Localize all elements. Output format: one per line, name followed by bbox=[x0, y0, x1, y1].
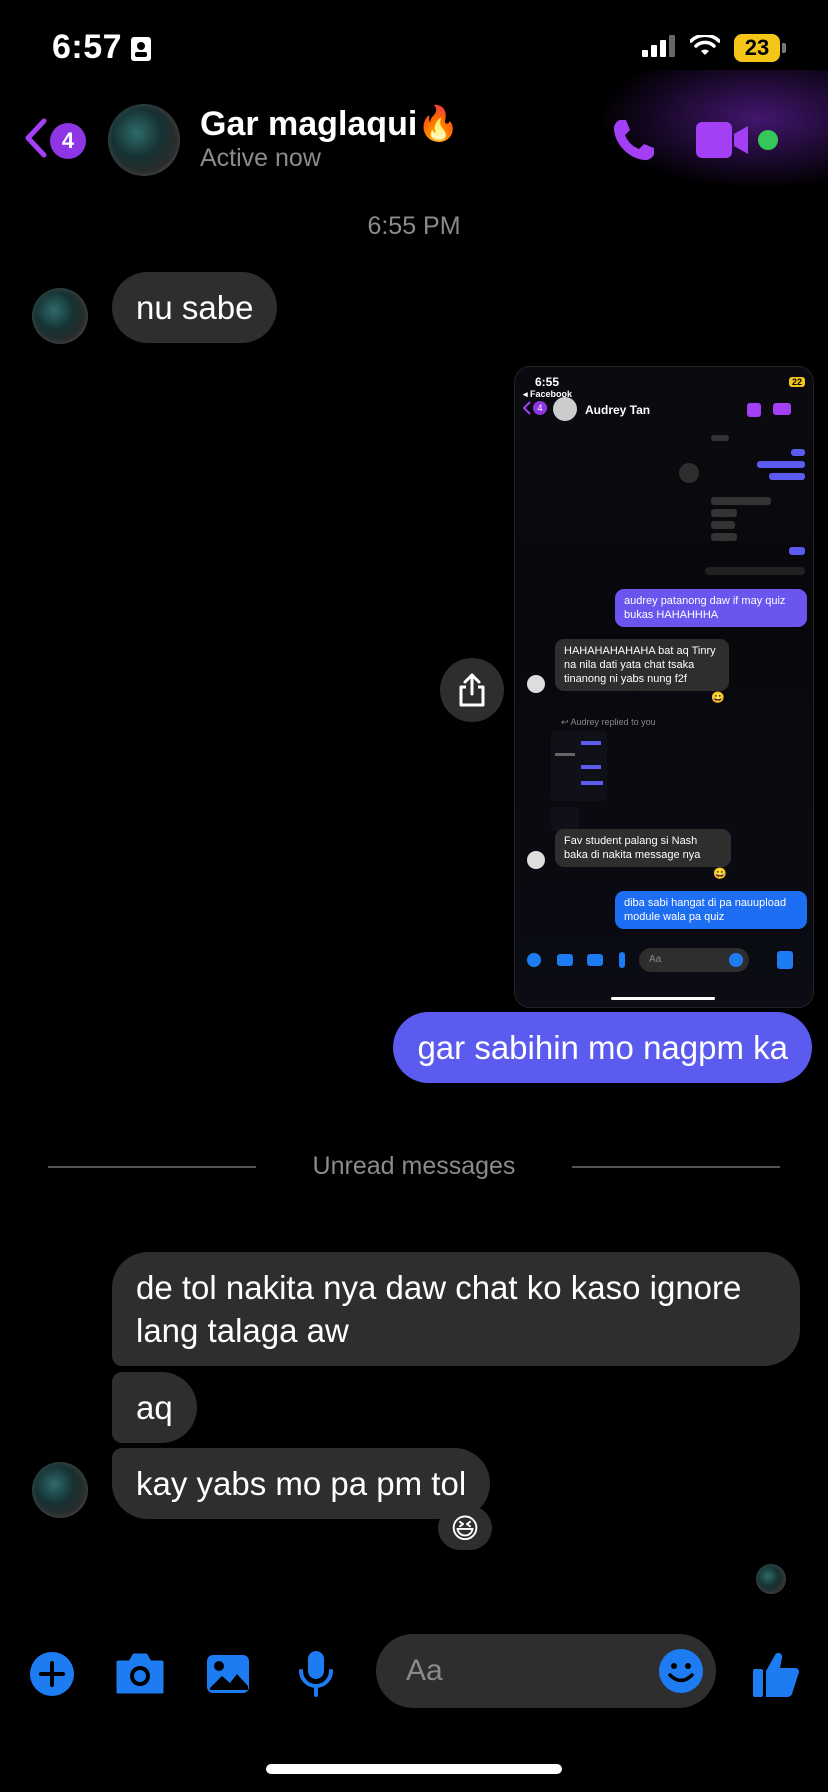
gallery-button[interactable] bbox=[200, 1646, 256, 1702]
video-call-button[interactable] bbox=[694, 120, 752, 165]
phone-call-button[interactable] bbox=[610, 116, 658, 169]
mini-message-out: audrey patanong daw if may quiz bukas HA… bbox=[615, 589, 807, 627]
sender-avatar[interactable] bbox=[32, 288, 88, 344]
mini-tiny-bubble bbox=[791, 449, 805, 456]
camera-button[interactable] bbox=[112, 1646, 168, 1702]
status-icons: 23 bbox=[642, 33, 786, 62]
divider bbox=[572, 1166, 780, 1168]
mini-tiny-bubble bbox=[711, 497, 771, 505]
mini-message-in: Fav student palang si Nash baka di nakit… bbox=[555, 829, 731, 867]
mini-replied-label: ↩ Audrey replied to you bbox=[561, 717, 656, 727]
mini-tiny-bubble bbox=[769, 473, 805, 480]
mini-back: 4 bbox=[523, 401, 547, 415]
battery-indicator: 23 bbox=[734, 34, 786, 62]
mini-tiny-bubble bbox=[711, 435, 729, 441]
microphone-icon bbox=[299, 1651, 333, 1697]
contact-name[interactable]: Gar maglaqui🔥 bbox=[200, 104, 460, 144]
status-time: 6:57 bbox=[52, 28, 123, 66]
mini-sender-avatar bbox=[527, 675, 545, 693]
share-button[interactable] bbox=[440, 658, 504, 722]
mini-video-icon bbox=[773, 403, 791, 415]
add-button[interactable] bbox=[24, 1646, 80, 1702]
mini-status-time: 6:55 bbox=[535, 375, 560, 389]
emoji-button[interactable] bbox=[658, 1648, 704, 1699]
mini-phone-icon bbox=[747, 403, 761, 417]
message-timestamp: 6:55 PM bbox=[367, 212, 461, 240]
mini-tiny-bubble bbox=[757, 461, 805, 468]
message-reaction[interactable]: 😆 bbox=[438, 1506, 492, 1550]
camera-icon bbox=[116, 1653, 164, 1694]
chevron-left-icon bbox=[24, 118, 48, 163]
incoming-message[interactable]: aq bbox=[112, 1372, 197, 1443]
back-button[interactable]: 4 bbox=[24, 118, 86, 163]
mini-reply-preview bbox=[551, 731, 607, 801]
active-status: Active now bbox=[200, 144, 321, 172]
signal-icon bbox=[642, 34, 676, 62]
mini-message-in: HAHAHAHAHAHA bat aq Tinry na nila dati y… bbox=[555, 639, 729, 691]
sender-avatar[interactable] bbox=[32, 1462, 88, 1518]
image-icon bbox=[207, 1655, 249, 1693]
mini-message-out: diba sabi hangat di pa nauupload module … bbox=[615, 891, 807, 929]
online-dot bbox=[758, 130, 778, 150]
outgoing-message[interactable]: gar sabihin mo nagpm ka bbox=[393, 1012, 812, 1083]
voice-button[interactable] bbox=[288, 1646, 344, 1702]
plus-icon bbox=[30, 1652, 74, 1696]
phone-icon bbox=[614, 120, 654, 160]
mini-home-indicator bbox=[611, 997, 715, 1000]
seen-avatar bbox=[756, 1564, 786, 1594]
mini-reaction: 😀 bbox=[713, 868, 727, 880]
shared-screenshot[interactable]: 6:55 ◂ Facebook 22 4 Audrey Tan audrey p… bbox=[514, 366, 814, 1008]
mini-avatar bbox=[553, 397, 577, 421]
incoming-message[interactable]: kay yabs mo pa pm tol bbox=[112, 1448, 491, 1519]
home-indicator bbox=[266, 1764, 562, 1774]
incoming-message[interactable]: nu sabe bbox=[112, 272, 278, 343]
mini-tiny-bubble bbox=[789, 547, 805, 555]
mini-battery: 22 bbox=[788, 377, 805, 387]
mini-tiny-bubble bbox=[711, 533, 737, 541]
mini-tiny-bubble bbox=[711, 521, 735, 529]
share-icon bbox=[459, 673, 485, 707]
incoming-message[interactable]: de tol nakita nya daw chat ko kaso ignor… bbox=[112, 1252, 800, 1366]
message-input[interactable]: Aa bbox=[376, 1634, 716, 1708]
thumbs-up-icon bbox=[753, 1652, 799, 1697]
mini-composer: Aa bbox=[523, 945, 803, 975]
message-input-placeholder: Aa bbox=[406, 1654, 443, 1687]
mini-share-icon bbox=[679, 463, 699, 483]
mini-tiny-composer bbox=[705, 567, 805, 575]
emoji-icon bbox=[659, 1649, 703, 1693]
mini-sender-avatar bbox=[527, 851, 545, 869]
mini-reaction: 😀 bbox=[711, 692, 725, 704]
like-button[interactable] bbox=[748, 1646, 804, 1702]
contact-avatar[interactable] bbox=[108, 104, 180, 176]
unread-count-badge: 4 bbox=[50, 122, 86, 159]
mini-reply-preview bbox=[551, 807, 579, 831]
mini-contact-name: Audrey Tan bbox=[585, 403, 651, 417]
contact-card-icon bbox=[130, 36, 152, 67]
mini-tiny-bubble bbox=[711, 509, 737, 517]
wifi-icon bbox=[689, 33, 721, 62]
video-camera-icon bbox=[696, 122, 748, 158]
